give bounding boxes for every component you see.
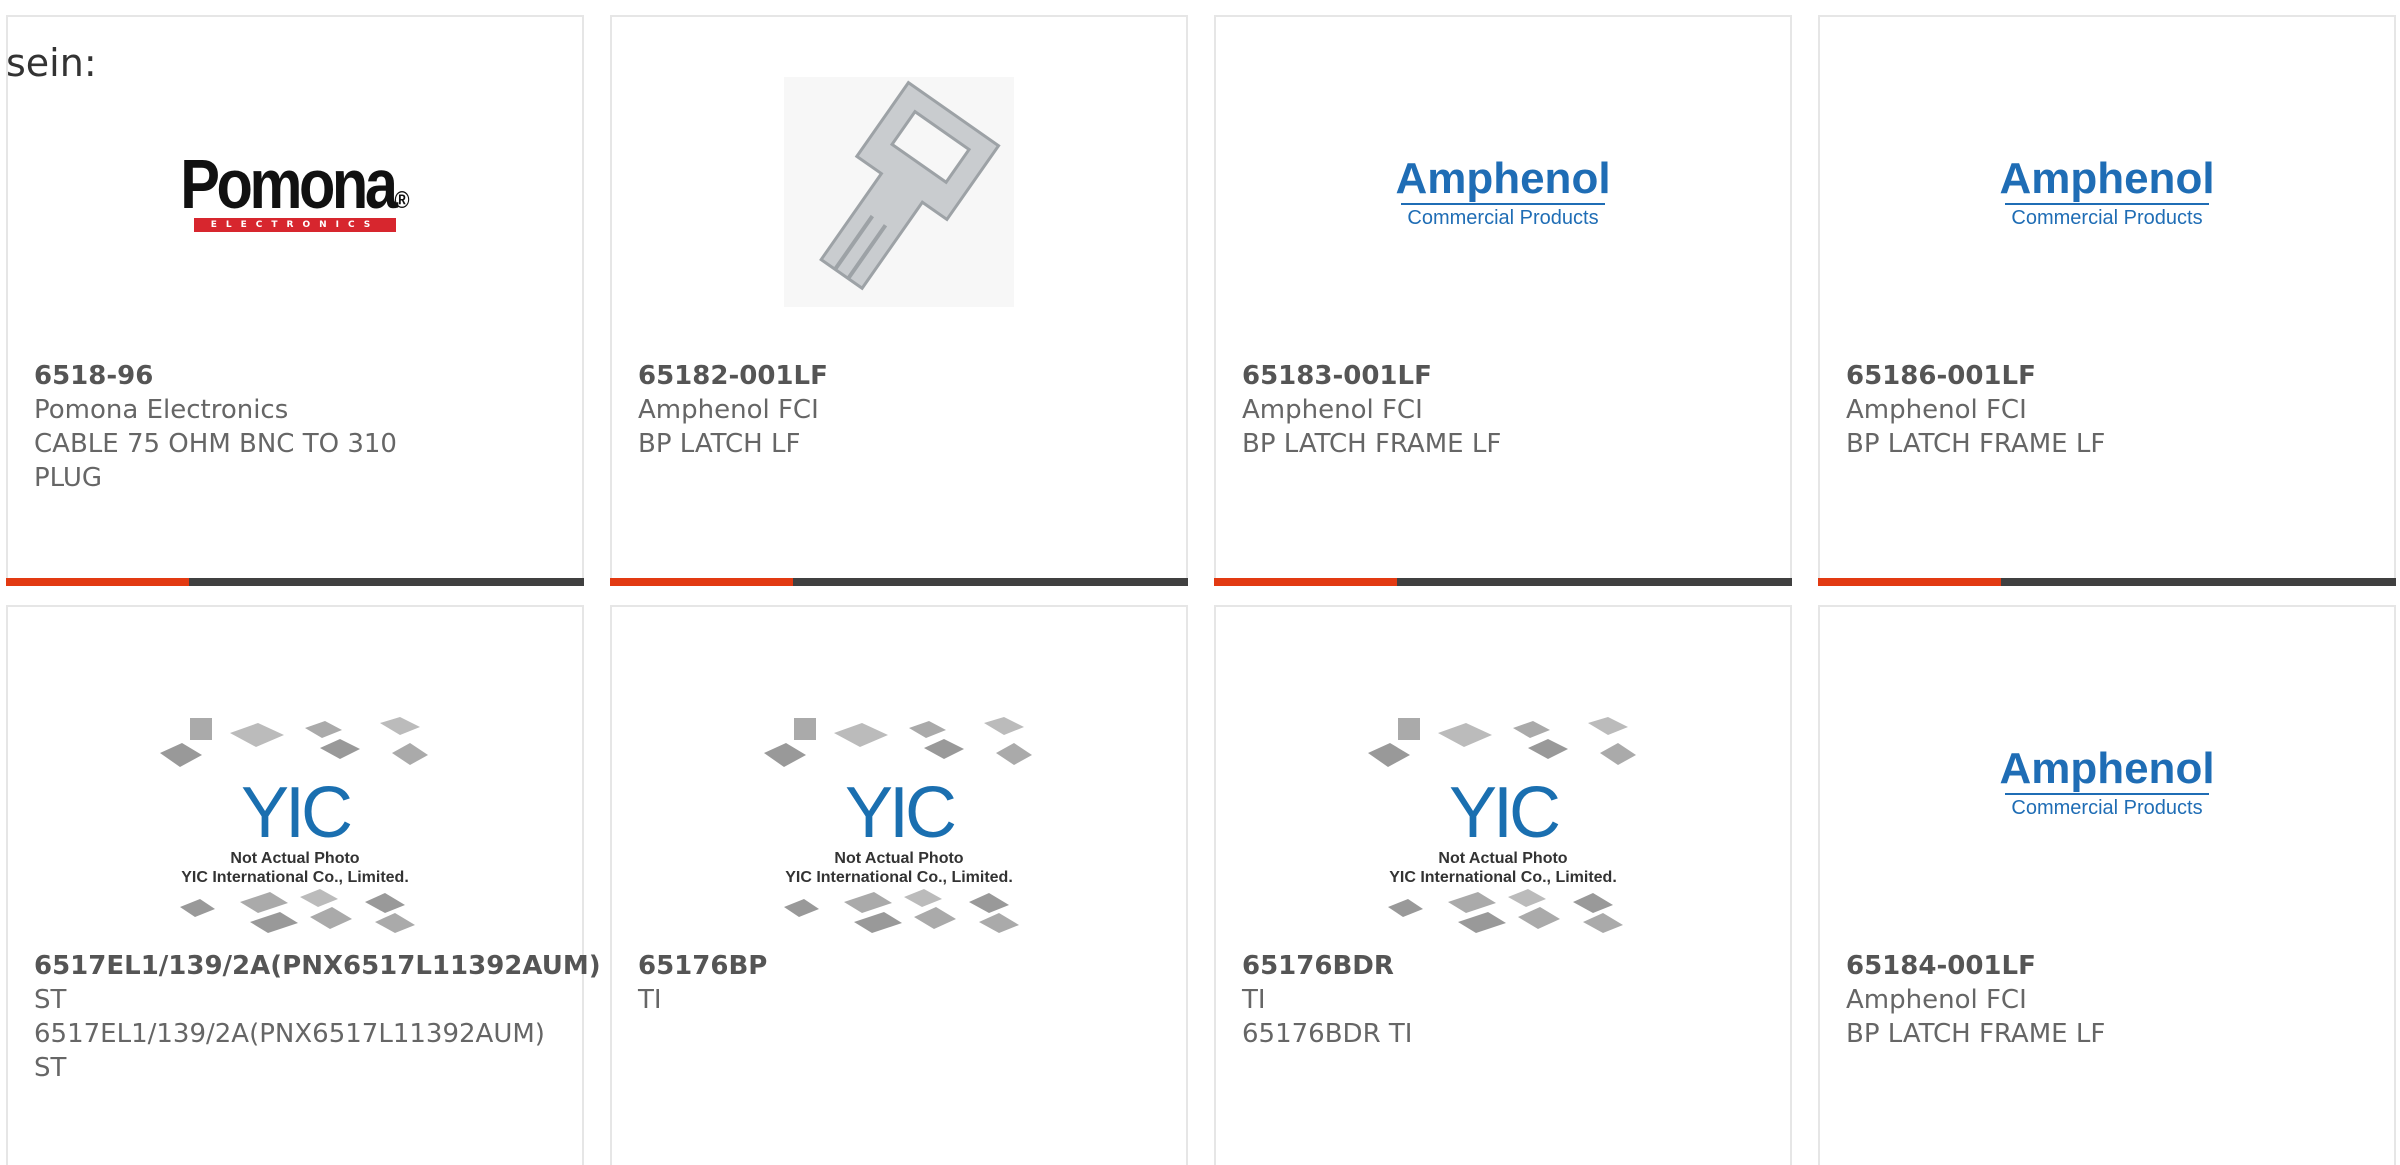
yic-logo: YIC (240, 773, 353, 853)
description: BP LATCH FRAME LF (1242, 429, 1502, 459)
product-card[interactable]: Amphenol Commercial Products 65184-001LF… (1818, 605, 2396, 1165)
product-card[interactable]: YIC Not Actual Photo YIC International C… (610, 605, 1188, 1165)
manufacturer: Pomona Electronics (34, 395, 289, 425)
manufacturer: Amphenol FCI (1846, 395, 2027, 425)
product-image[interactable]: Amphenol Commercial Products (1820, 667, 2394, 897)
chips-top-icon (1368, 717, 1636, 767)
product-card[interactable]: YIC Not Actual Photo YIC International C… (6, 605, 601, 1165)
card-bottom-bar (610, 578, 1188, 586)
latch-photo (784, 77, 1014, 307)
product-image[interactable]: YIC Not Actual Photo YIC International C… (8, 697, 582, 957)
product-image[interactable]: Pomona® ELECTRONICS (8, 77, 582, 307)
part-number-link[interactable]: 65183-001LF (1242, 359, 1790, 393)
product-card[interactable]: Pomona® ELECTRONICS 6518-96 Pomona Elect… (6, 15, 584, 586)
amphenol-logo: Amphenol Commercial Products (1999, 743, 2215, 819)
description: CABLE 75 OHM BNC TO 310 PLUG (34, 429, 397, 493)
yic-placeholder-image: YIC Not Actual Photo YIC International C… (1368, 713, 1638, 941)
part-number-link[interactable]: 65176BP (638, 949, 1186, 983)
description: 65176BDR TI (1242, 1019, 1413, 1049)
product-card[interactable]: YIC Not Actual Photo YIC International C… (1214, 605, 1792, 1165)
page-heading-fragment: sein: (6, 41, 97, 85)
product-card[interactable]: 65182-001LF Amphenol FCI BP LATCH LF (610, 15, 1188, 586)
yic-placeholder-image: YIC Not Actual Photo YIC International C… (160, 713, 430, 941)
manufacturer: Amphenol FCI (1242, 395, 1423, 425)
product-image[interactable]: Amphenol Commercial Products (1216, 77, 1790, 307)
manufacturer: ST (34, 985, 67, 1015)
manufacturer: Amphenol FCI (1846, 985, 2027, 1015)
product-image[interactable]: Amphenol Commercial Products (1820, 77, 2394, 307)
product-image[interactable]: YIC Not Actual Photo YIC International C… (1216, 697, 1790, 957)
chips-top-icon (160, 717, 428, 767)
card-bottom-bar (1818, 578, 2396, 586)
chips-bottom-icon (1388, 889, 1623, 933)
product-card[interactable]: Amphenol Commercial Products 65183-001LF… (1214, 15, 1792, 586)
part-number-link[interactable]: 65176BDR (1242, 949, 1790, 983)
description: 6517EL1/139/2A(PNX6517L11392AUM) ST (34, 1019, 545, 1083)
manufacturer: Amphenol FCI (638, 395, 819, 425)
yic-logo: YIC (1448, 773, 1561, 853)
part-number-link[interactable]: 65186-001LF (1846, 359, 2394, 393)
yic-logo: YIC (844, 773, 957, 853)
part-number-link[interactable]: 6518-96 (34, 359, 582, 393)
amphenol-logo: Amphenol Commercial Products (1999, 153, 2215, 229)
card-bottom-bar (1214, 578, 1792, 586)
chips-bottom-icon (180, 889, 415, 933)
description: BP LATCH FRAME LF (1846, 429, 2106, 459)
part-number-link[interactable]: 65182-001LF (638, 359, 1186, 393)
pomona-logo: Pomona® ELECTRONICS (180, 144, 410, 232)
part-number-link[interactable]: 6517EL1/139/2A(PNX6517L11392AUM) (34, 949, 601, 983)
product-image[interactable] (612, 77, 1186, 307)
chips-bottom-icon (784, 889, 1019, 933)
yic-placeholder-image: YIC Not Actual Photo YIC International C… (764, 713, 1034, 941)
card-bottom-bar (6, 578, 584, 586)
manufacturer: TI (638, 985, 662, 1015)
description: BP LATCH LF (638, 429, 801, 459)
part-number-link[interactable]: 65184-001LF (1846, 949, 2394, 983)
product-card[interactable]: Amphenol Commercial Products 65186-001LF… (1818, 15, 2396, 586)
product-image[interactable]: YIC Not Actual Photo YIC International C… (612, 697, 1186, 957)
chips-top-icon (764, 717, 1032, 767)
description: BP LATCH FRAME LF (1846, 1019, 2106, 1049)
manufacturer: TI (1242, 985, 1266, 1015)
amphenol-logo: Amphenol Commercial Products (1395, 153, 1611, 229)
